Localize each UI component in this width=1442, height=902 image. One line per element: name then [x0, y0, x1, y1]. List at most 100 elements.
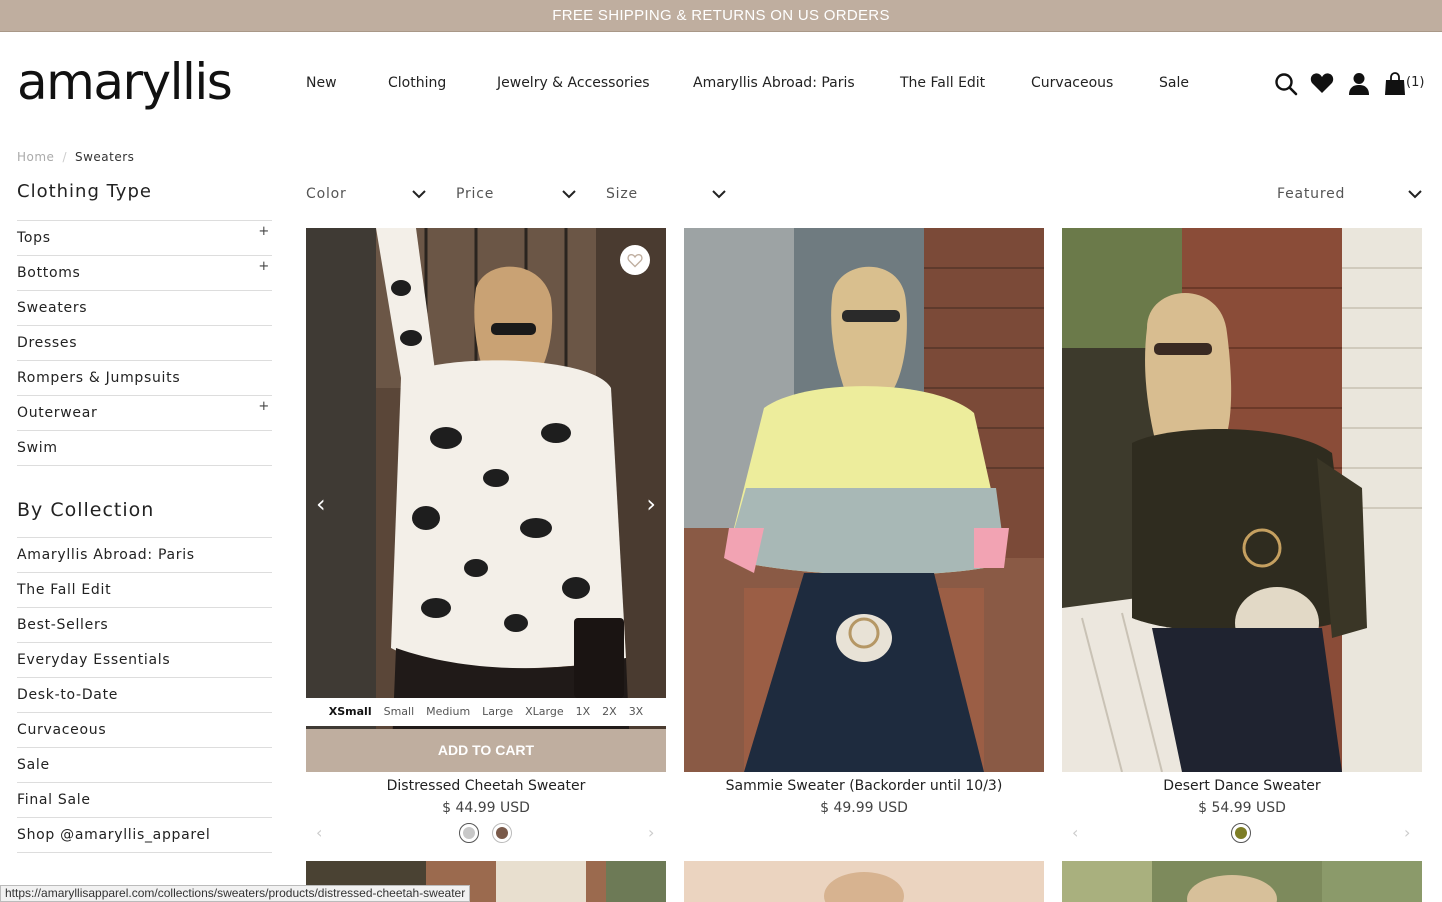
size-option[interactable]: Small — [384, 705, 415, 718]
brand-logo[interactable]: amaryllis — [17, 52, 233, 112]
size-option[interactable]: Large — [482, 705, 513, 718]
product-image[interactable] — [684, 228, 1044, 772]
nav-item-amaryllis-abroad-paris[interactable]: Amaryllis Abroad: Paris — [693, 74, 855, 92]
sidebar-item-sweaters[interactable]: Sweaters — [17, 291, 272, 326]
search-icon[interactable] — [1274, 72, 1298, 96]
sidebar-item-amaryllis-abroad-paris[interactable]: Amaryllis Abroad: Paris — [17, 538, 272, 573]
sidebar-item-sale[interactable]: Sale — [17, 748, 272, 783]
sidebar-item-the-fall-edit[interactable]: The Fall Edit — [17, 573, 272, 608]
sidebar: Clothing Type Tops + Bottoms + Sweaters Dr… — [17, 178, 272, 853]
sort-dropdown[interactable]: Featured — [1277, 186, 1422, 202]
promo-banner: FREE SHIPPING & RETURNS ON US ORDERS — [0, 0, 1442, 32]
product-image[interactable] — [1062, 861, 1422, 902]
price-filter-label: Price — [456, 186, 495, 202]
breadcrumb-current: Sweaters — [74, 150, 135, 164]
sidebar-item-rompers-jumpsuits[interactable]: Rompers & Jumpsuits — [17, 361, 272, 396]
sidebar-item-final-sale[interactable]: Final Sale — [17, 783, 272, 818]
expand-icon[interactable]: + — [258, 250, 270, 284]
account-icon[interactable] — [1348, 72, 1370, 96]
size-option[interactable]: 2X — [602, 705, 617, 718]
product-card[interactable]: Desert Dance Sweater $ 54.99 USD ‹ › — [1062, 228, 1422, 845]
sidebar-item-dresses[interactable]: Dresses — [17, 326, 272, 361]
color-filter-label: Color — [306, 186, 347, 202]
shopping-bag-icon[interactable] — [1385, 72, 1405, 96]
breadcrumb-home[interactable]: Home — [17, 150, 54, 164]
breadcrumb-separator: / — [62, 150, 67, 164]
size-selector: XSmall Small Medium Large XLarge 1X 2X 3X — [306, 698, 666, 726]
color-filter[interactable]: Color — [306, 186, 426, 202]
expand-icon[interactable]: + — [258, 390, 270, 424]
wishlist-heart-icon[interactable] — [620, 245, 650, 275]
sidebar-item-label: Swim — [17, 440, 58, 456]
product-price: $ 49.99 USD — [820, 800, 908, 816]
nav-item-jewelry-accessories[interactable]: Jewelry & Accessories — [497, 74, 650, 92]
color-swatch[interactable] — [492, 823, 512, 843]
breadcrumb: Home / Sweaters — [17, 150, 134, 164]
sidebar-item-label: Sweaters — [17, 300, 88, 316]
nav-item-clothing[interactable]: Clothing — [388, 74, 446, 92]
product-card[interactable]: ‹ › XSmall Small Medium Large XLarge 1X 2X 3X A… — [306, 228, 666, 845]
product-price: $ 44.99 USD — [442, 800, 530, 816]
chevron-down-icon — [562, 190, 576, 199]
add-to-cart-button[interactable]: ADD TO CART — [306, 729, 666, 772]
product-image[interactable] — [1062, 228, 1422, 772]
chevron-left-icon[interactable]: ‹ — [316, 490, 326, 518]
size-option[interactable]: 3X — [629, 705, 644, 718]
product-price: $ 54.99 USD — [1198, 800, 1286, 816]
color-swatches: ‹ › — [306, 823, 666, 845]
price-filter[interactable]: Price — [456, 186, 576, 202]
chevron-left-icon[interactable]: ‹ — [1072, 823, 1078, 842]
size-option[interactable]: Medium — [426, 705, 470, 718]
chevron-down-icon — [1408, 190, 1422, 199]
sidebar-item-bottoms[interactable]: Bottoms + — [17, 256, 272, 291]
filter-bar: Color Price Size Featured — [306, 186, 1422, 208]
sort-label: Featured — [1277, 186, 1346, 202]
chevron-down-icon — [712, 190, 726, 199]
collection-list: Amaryllis Abroad: Paris The Fall Edit Be… — [17, 537, 272, 853]
sidebar-item-label: Dresses — [17, 335, 78, 351]
product-image[interactable] — [684, 861, 1044, 902]
heart-icon[interactable] — [1310, 72, 1334, 96]
chevron-right-icon[interactable]: › — [1404, 823, 1410, 842]
sidebar-item-outerwear[interactable]: Outerwear + — [17, 396, 272, 431]
chevron-down-icon — [412, 190, 426, 199]
product-name[interactable]: Sammie Sweater (Backorder until 10/3) — [684, 777, 1044, 799]
sidebar-item-swim[interactable]: Swim — [17, 431, 272, 466]
color-swatch[interactable] — [1231, 823, 1251, 843]
size-filter-label: Size — [606, 186, 638, 202]
by-collection-heading: By Collection — [17, 499, 155, 521]
status-bar-url: https://amaryllisapparel.com/collections… — [0, 885, 471, 902]
color-swatches: ‹ › — [1062, 823, 1422, 845]
nav-item-new[interactable]: New — [306, 74, 337, 92]
sidebar-item-shop-instagram[interactable]: Shop @amaryllis_apparel — [17, 818, 272, 853]
sidebar-item-label: Tops — [17, 230, 51, 246]
product-image[interactable]: ‹ › XSmall Small Medium Large XLarge 1X 2X 3X A… — [306, 228, 666, 772]
chevron-left-icon[interactable]: ‹ — [316, 823, 322, 842]
size-option[interactable]: XLarge — [525, 705, 563, 718]
sidebar-item-tops[interactable]: Tops + — [17, 221, 272, 256]
header-icons: (1) — [1272, 72, 1432, 96]
sidebar-item-everyday-essentials[interactable]: Everyday Essentials — [17, 643, 272, 678]
clothing-type-list: Tops + Bottoms + Sweaters Dresses Rompers … — [17, 220, 272, 466]
size-option[interactable]: XSmall — [329, 705, 372, 718]
clothing-type-heading: Clothing Type — [17, 181, 152, 202]
sidebar-item-label: Rompers & Jumpsuits — [17, 370, 181, 386]
chevron-right-icon[interactable]: › — [646, 490, 656, 518]
cart-count[interactable]: (1) — [1406, 75, 1424, 90]
nav-item-curvaceous[interactable]: Curvaceous — [1031, 74, 1113, 92]
nav-item-the-fall-edit[interactable]: The Fall Edit — [900, 74, 985, 92]
color-swatch[interactable] — [459, 823, 479, 843]
nav-item-sale[interactable]: Sale — [1159, 74, 1189, 92]
chevron-right-icon[interactable]: › — [648, 823, 654, 842]
sidebar-item-label: Bottoms — [17, 265, 81, 281]
sidebar-item-curvaceous[interactable]: Curvaceous — [17, 713, 272, 748]
product-name[interactable]: Desert Dance Sweater — [1062, 777, 1422, 799]
sidebar-item-best-sellers[interactable]: Best-Sellers — [17, 608, 272, 643]
sidebar-item-label: Outerwear — [17, 405, 98, 421]
size-filter[interactable]: Size — [606, 186, 726, 202]
sidebar-item-desk-to-date[interactable]: Desk-to-Date — [17, 678, 272, 713]
product-card[interactable]: Sammie Sweater (Backorder until 10/3) $ … — [684, 228, 1044, 823]
expand-icon[interactable]: + — [258, 215, 270, 249]
product-name[interactable]: Distressed Cheetah Sweater — [306, 777, 666, 799]
size-option[interactable]: 1X — [576, 705, 591, 718]
